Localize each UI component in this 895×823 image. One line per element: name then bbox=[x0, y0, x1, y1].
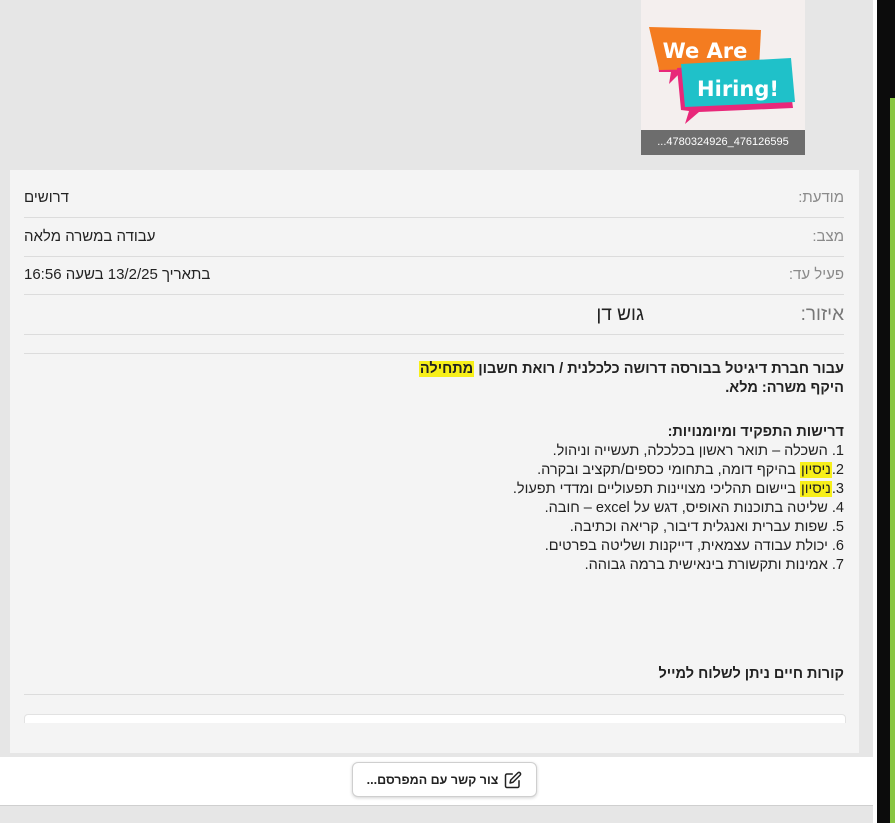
detail-label: איזור: bbox=[800, 304, 844, 325]
requirement-item: 4. שליטה בתוכנות האופיס, דגש על excel – … bbox=[544, 500, 844, 516]
detail-row-area: איזור: גוש דן bbox=[24, 296, 844, 335]
description-scope: היקף משרה: מלא. bbox=[725, 380, 844, 396]
detail-value: דרושים bbox=[24, 189, 69, 206]
ad-details-panel: מודעת: דרושים מצב: עבודה במשרה מלאה פעיל… bbox=[10, 170, 859, 753]
detail-row-active-until: פעיל עד: בתאריך 13/2/25 בשעה 16:56 bbox=[24, 256, 844, 295]
item-number: 3. bbox=[831, 481, 844, 497]
banner-text-1: We Are bbox=[663, 39, 748, 63]
highlight: ניסיון bbox=[799, 462, 832, 478]
item-number: 2. bbox=[831, 462, 844, 478]
requirements-title: דרישות התפקיד ומיומנויות: bbox=[667, 424, 844, 440]
requirement-item: 6. יכולת עבודה עצמאית, דייקנות ושליטה בפ… bbox=[544, 538, 844, 554]
cv-email-box[interactable] bbox=[24, 714, 846, 723]
detail-value: גוש דן bbox=[596, 304, 644, 325]
requirement-item: 1. השכלה – תואר ראשון בכלכלה, תעשייה וני… bbox=[552, 443, 844, 459]
detail-label: מצב: bbox=[812, 228, 844, 245]
right-edge bbox=[873, 0, 895, 823]
detail-row-status: מצב: עבודה במשרה מלאה bbox=[24, 218, 844, 257]
job-description: עבור חברת דיגיטל בבורסה דרושה כלכלנית / … bbox=[24, 360, 844, 575]
requirement-item: 7. אמינות ותקשורת בינאישית ברמה גבוהה. bbox=[584, 557, 844, 573]
divider bbox=[24, 694, 844, 695]
edit-icon bbox=[504, 771, 522, 789]
detail-label: פעיל עד: bbox=[788, 266, 844, 283]
item-text: ביישום תהליכי מצויינות תפעוליים ומדדי תפ… bbox=[512, 481, 800, 497]
highlight: ניסיון bbox=[799, 481, 832, 497]
requirement-item: 2.ניסיון בהיקף דומה, בתחומי כספים/תקציב … bbox=[24, 461, 844, 480]
contact-advertiser-button[interactable]: צור קשר עם המפרסם... bbox=[352, 762, 537, 797]
detail-value: בתאריך 13/2/25 בשעה 16:56 bbox=[24, 266, 211, 283]
highlight: מתחילה bbox=[418, 361, 475, 377]
divider bbox=[24, 353, 844, 354]
requirement-item: 5. שפות עברית ואנגלית דיבור, קריאה וכתיב… bbox=[569, 519, 844, 535]
item-text: בהיקף דומה, בתחומי כספים/תקציב ובקרה. bbox=[537, 462, 800, 478]
banner-text-2: Hiring! bbox=[697, 77, 779, 101]
requirement-item: 3.ניסיון ביישום תהליכי מצויינות תפעוליים… bbox=[24, 480, 844, 499]
description-intro: עבור חברת דיגיטל בבורסה דרושה כלכלנית / … bbox=[24, 360, 844, 379]
cv-email-label: קורות חיים ניתן לשלוח למייל bbox=[658, 666, 845, 682]
detail-value: עבודה במשרה מלאה bbox=[24, 228, 156, 245]
accent-bar bbox=[890, 98, 895, 823]
contact-button-label: צור קשר עם המפרסם... bbox=[366, 772, 499, 787]
detail-row-ad-type: מודעת: דרושים bbox=[24, 179, 844, 218]
footer-divider bbox=[0, 805, 873, 806]
job-image-thumbnail[interactable]: We Are Hiring! ...4780324926_476126595 bbox=[641, 0, 805, 155]
we-are-hiring-image: We Are Hiring! bbox=[641, 0, 805, 130]
detail-label: מודעת: bbox=[798, 189, 844, 206]
image-caption: ...4780324926_476126595 bbox=[641, 130, 805, 155]
intro-text: עבור חברת דיגיטל בבורסה דרושה כלכלנית / … bbox=[474, 361, 844, 377]
